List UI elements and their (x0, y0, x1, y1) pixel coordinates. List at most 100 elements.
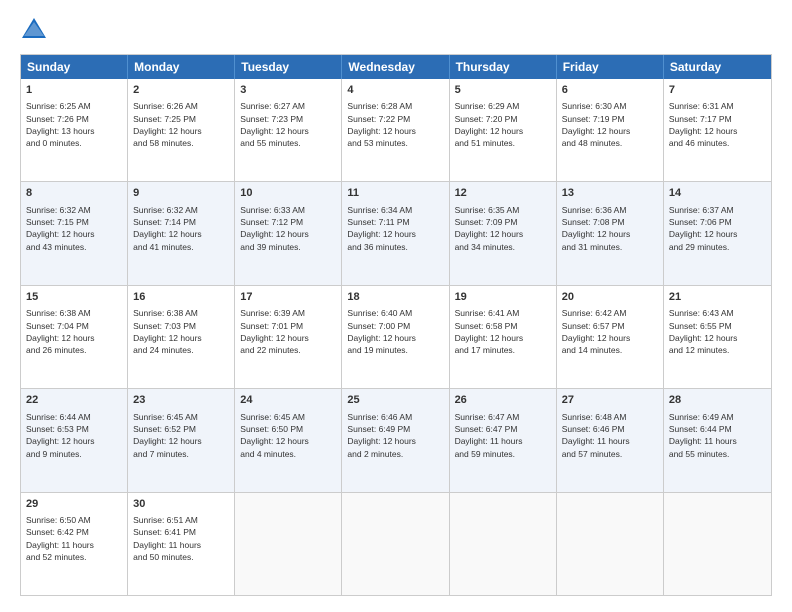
empty-cell (450, 493, 557, 595)
day-info: Sunrise: 6:32 AMSunset: 7:14 PMDaylight:… (133, 204, 229, 253)
day-info: Sunrise: 6:45 AMSunset: 6:50 PMDaylight:… (240, 411, 336, 460)
day-info: Sunrise: 6:27 AMSunset: 7:23 PMDaylight:… (240, 100, 336, 149)
day-cell-26: 26 Sunrise: 6:47 AMSunset: 6:47 PMDayligh… (450, 389, 557, 491)
day-cell-10: 10Sunrise: 6:33 AMSunset: 7:12 PMDayligh… (235, 182, 342, 284)
calendar-row-2: 15 Sunrise: 6:38 AMSunset: 7:04 PMDayligh… (21, 285, 771, 388)
calendar-row-4: 29 Sunrise: 6:50 AMSunset: 6:42 PMDayligh… (21, 492, 771, 595)
day-info: Sunrise: 6:38 AMSunset: 7:04 PMDaylight:… (26, 307, 122, 356)
day-cell-18: 18 Sunrise: 6:40 AMSunset: 7:00 PMDayligh… (342, 286, 449, 388)
day-cell-5: 5 Sunrise: 6:29 AMSunset: 7:20 PMDaylight… (450, 79, 557, 181)
day-cell-3: 3 Sunrise: 6:27 AMSunset: 7:23 PMDaylight… (235, 79, 342, 181)
day-number: 3 (240, 83, 336, 98)
calendar-row-1: 8 Sunrise: 6:32 AMSunset: 7:15 PMDaylight… (21, 181, 771, 284)
day-info: Sunrise: 6:29 AMSunset: 7:20 PMDaylight:… (455, 100, 551, 149)
day-cell-23: 23 Sunrise: 6:45 AMSunset: 6:52 PMDayligh… (128, 389, 235, 491)
day-number: 6 (562, 83, 658, 98)
day-number: 24 (240, 393, 336, 408)
day-number: 25 (347, 393, 443, 408)
day-cell-16: 16Sunrise: 6:38 AMSunset: 7:03 PMDayligh… (128, 286, 235, 388)
day-number: 18 (347, 290, 443, 305)
header-day-saturday: Saturday (664, 55, 771, 79)
day-number: 8 (26, 186, 122, 201)
day-number: 2 (133, 83, 229, 98)
day-number: 30 (133, 497, 229, 512)
day-cell-8: 8 Sunrise: 6:32 AMSunset: 7:15 PMDaylight… (21, 182, 128, 284)
calendar-row-3: 22Sunrise: 6:44 AMSunset: 6:53 PMDayligh… (21, 388, 771, 491)
day-info: Sunrise: 6:49 AMSunset: 6:44 PMDaylight:… (669, 411, 766, 460)
day-cell-28: 28 Sunrise: 6:49 AMSunset: 6:44 PMDayligh… (664, 389, 771, 491)
empty-cell (342, 493, 449, 595)
day-number: 28 (669, 393, 766, 408)
day-cell-27: 27 Sunrise: 6:48 AMSunset: 6:46 PMDayligh… (557, 389, 664, 491)
day-cell-20: 20 Sunrise: 6:42 AMSunset: 6:57 PMDayligh… (557, 286, 664, 388)
day-number: 21 (669, 290, 766, 305)
empty-cell (235, 493, 342, 595)
day-info: Sunrise: 6:39 AMSunset: 7:01 PMDaylight:… (240, 307, 336, 356)
day-number: 12 (455, 186, 551, 201)
day-number: 26 (455, 393, 551, 408)
day-cell-2: 2 Sunrise: 6:26 AMSunset: 7:25 PMDaylight… (128, 79, 235, 181)
day-info: Sunrise: 6:45 AMSunset: 6:52 PMDaylight:… (133, 411, 229, 460)
header-day-sunday: Sunday (21, 55, 128, 79)
day-info: Sunrise: 6:25 AMSunset: 7:26 PMDaylight:… (26, 100, 122, 149)
day-info: Sunrise: 6:46 AMSunset: 6:49 PMDaylight:… (347, 411, 443, 460)
day-info: Sunrise: 6:47 AMSunset: 6:47 PMDaylight:… (455, 411, 551, 460)
day-cell-15: 15 Sunrise: 6:38 AMSunset: 7:04 PMDayligh… (21, 286, 128, 388)
logo-icon (20, 16, 48, 44)
calendar-row-0: 1 Sunrise: 6:25 AMSunset: 7:26 PMDaylight… (21, 79, 771, 181)
day-cell-19: 19 Sunrise: 6:41 AMSunset: 6:58 PMDayligh… (450, 286, 557, 388)
day-info: Sunrise: 6:50 AMSunset: 6:42 PMDaylight:… (26, 514, 122, 563)
day-info: Sunrise: 6:33 AMSunset: 7:12 PMDaylight:… (240, 204, 336, 253)
day-number: 13 (562, 186, 658, 201)
day-cell-22: 22Sunrise: 6:44 AMSunset: 6:53 PMDayligh… (21, 389, 128, 491)
page: SundayMondayTuesdayWednesdayThursdayFrid… (0, 0, 792, 612)
day-info: Sunrise: 6:41 AMSunset: 6:58 PMDaylight:… (455, 307, 551, 356)
day-number: 19 (455, 290, 551, 305)
day-cell-4: 4 Sunrise: 6:28 AMSunset: 7:22 PMDaylight… (342, 79, 449, 181)
day-number: 14 (669, 186, 766, 201)
header-day-tuesday: Tuesday (235, 55, 342, 79)
day-info: Sunrise: 6:36 AMSunset: 7:08 PMDaylight:… (562, 204, 658, 253)
day-number: 15 (26, 290, 122, 305)
day-cell-25: 25 Sunrise: 6:46 AMSunset: 6:49 PMDayligh… (342, 389, 449, 491)
day-cell-21: 21 Sunrise: 6:43 AMSunset: 6:55 PMDayligh… (664, 286, 771, 388)
day-cell-17: 17Sunrise: 6:39 AMSunset: 7:01 PMDayligh… (235, 286, 342, 388)
day-number: 23 (133, 393, 229, 408)
day-number: 27 (562, 393, 658, 408)
day-info: Sunrise: 6:32 AMSunset: 7:15 PMDaylight:… (26, 204, 122, 253)
day-cell-30: 30 Sunrise: 6:51 AMSunset: 6:41 PMDayligh… (128, 493, 235, 595)
day-info: Sunrise: 6:42 AMSunset: 6:57 PMDaylight:… (562, 307, 658, 356)
logo (20, 16, 52, 44)
day-number: 4 (347, 83, 443, 98)
day-cell-7: 7Sunrise: 6:31 AMSunset: 7:17 PMDaylight… (664, 79, 771, 181)
day-info: Sunrise: 6:51 AMSunset: 6:41 PMDaylight:… (133, 514, 229, 563)
day-cell-6: 6Sunrise: 6:30 AMSunset: 7:19 PMDaylight… (557, 79, 664, 181)
calendar-body: 1 Sunrise: 6:25 AMSunset: 7:26 PMDaylight… (21, 79, 771, 595)
day-number: 20 (562, 290, 658, 305)
day-info: Sunrise: 6:26 AMSunset: 7:25 PMDaylight:… (133, 100, 229, 149)
header-day-friday: Friday (557, 55, 664, 79)
header-day-monday: Monday (128, 55, 235, 79)
day-number: 1 (26, 83, 122, 98)
day-info: Sunrise: 6:38 AMSunset: 7:03 PMDaylight:… (133, 307, 229, 356)
day-number: 9 (133, 186, 229, 201)
day-number: 5 (455, 83, 551, 98)
day-cell-14: 14 Sunrise: 6:37 AMSunset: 7:06 PMDayligh… (664, 182, 771, 284)
day-info: Sunrise: 6:34 AMSunset: 7:11 PMDaylight:… (347, 204, 443, 253)
calendar: SundayMondayTuesdayWednesdayThursdayFrid… (20, 54, 772, 596)
day-number: 11 (347, 186, 443, 201)
day-info: Sunrise: 6:43 AMSunset: 6:55 PMDaylight:… (669, 307, 766, 356)
day-cell-24: 24 Sunrise: 6:45 AMSunset: 6:50 PMDayligh… (235, 389, 342, 491)
header (20, 16, 772, 44)
day-info: Sunrise: 6:37 AMSunset: 7:06 PMDaylight:… (669, 204, 766, 253)
day-info: Sunrise: 6:48 AMSunset: 6:46 PMDaylight:… (562, 411, 658, 460)
header-day-wednesday: Wednesday (342, 55, 449, 79)
day-info: Sunrise: 6:40 AMSunset: 7:00 PMDaylight:… (347, 307, 443, 356)
day-number: 29 (26, 497, 122, 512)
empty-cell (664, 493, 771, 595)
day-info: Sunrise: 6:44 AMSunset: 6:53 PMDaylight:… (26, 411, 122, 460)
day-cell-1: 1 Sunrise: 6:25 AMSunset: 7:26 PMDaylight… (21, 79, 128, 181)
day-info: Sunrise: 6:35 AMSunset: 7:09 PMDaylight:… (455, 204, 551, 253)
day-cell-13: 13 Sunrise: 6:36 AMSunset: 7:08 PMDayligh… (557, 182, 664, 284)
day-info: Sunrise: 6:28 AMSunset: 7:22 PMDaylight:… (347, 100, 443, 149)
